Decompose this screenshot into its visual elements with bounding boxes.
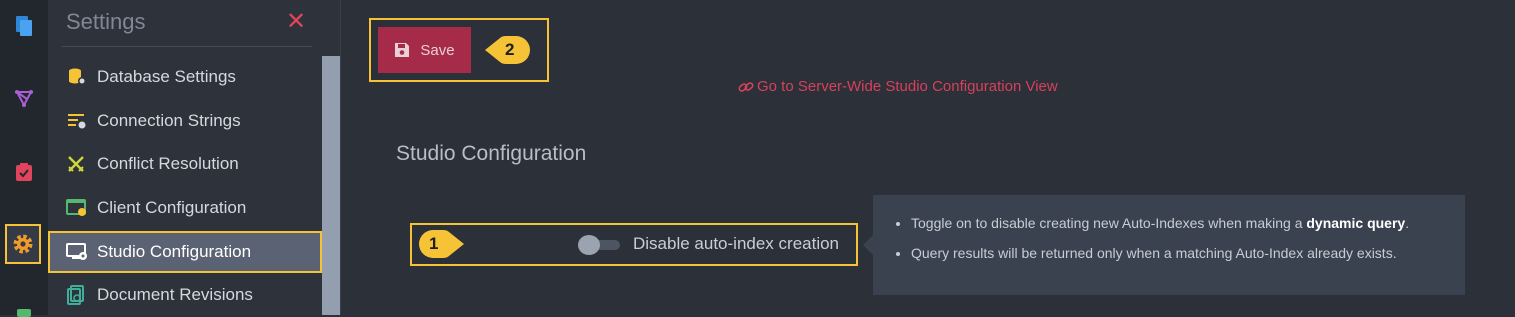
save-button-label: Save	[420, 41, 455, 59]
toggle-label: Disable auto-index creation	[633, 234, 840, 253]
menu-item-label: Conflict Resolution	[97, 154, 239, 173]
info-bold-term: dynamic query	[1306, 215, 1406, 231]
conflict-resolution-icon	[66, 154, 88, 174]
rail-partial-icon[interactable]	[17, 309, 31, 317]
menu-item-document-revisions[interactable]: Document Revisions	[48, 275, 322, 315]
menu-item-label: Database Settings	[97, 67, 236, 86]
menu-item-client-configuration[interactable]: Client Configuration	[48, 188, 322, 228]
documents-icon[interactable]	[8, 10, 40, 42]
toggle-knob	[578, 235, 600, 255]
panel-divider	[340, 0, 341, 315]
info-item: Toggle on to disable creating new Auto-I…	[911, 215, 1409, 231]
menu-title: Settings	[66, 9, 146, 34]
info-item: Query results will be returned only when…	[911, 245, 1409, 261]
menu-item-conflict-resolution[interactable]: Conflict Resolution	[48, 144, 322, 184]
studio-configuration-icon	[66, 242, 88, 262]
link-icon	[738, 81, 754, 92]
close-icon[interactable]: ✕	[286, 8, 306, 36]
menu-item-connection-strings[interactable]: Connection Strings	[48, 101, 322, 141]
save-button[interactable]: Save	[378, 27, 471, 73]
callout-badge-save: 2	[484, 34, 532, 66]
server-wide-config-link-text: Go to Server-Wide Studio Configuration V…	[757, 78, 1058, 95]
settings-menu: Settings ✕ Database Settings Connection …	[48, 0, 322, 315]
menu-item-label: Document Revisions	[97, 285, 253, 304]
menu-divider	[62, 46, 312, 47]
menu-item-label: Client Configuration	[97, 198, 247, 217]
connection-strings-icon	[66, 111, 88, 131]
menu-scrollbar[interactable]	[322, 0, 340, 315]
client-configuration-icon	[66, 198, 88, 218]
info-box-pointer	[863, 235, 873, 255]
server-wide-config-link[interactable]: Go to Server-Wide Studio Configuration V…	[738, 78, 1058, 95]
callout-number: 1	[429, 234, 439, 253]
menu-item-label: Studio Configuration	[97, 242, 252, 261]
settings-gear-icon[interactable]	[5, 224, 41, 264]
tasks-icon[interactable]	[8, 156, 40, 188]
document-revisions-icon	[66, 285, 88, 305]
section-title: Studio Configuration	[396, 142, 587, 165]
info-list: Toggle on to disable creating new Auto-I…	[893, 215, 1409, 275]
callout-number: 2	[505, 40, 515, 59]
icon-rail	[0, 0, 48, 317]
database-settings-icon	[66, 67, 88, 87]
info-box: Toggle on to disable creating new Auto-I…	[873, 195, 1465, 295]
graph-icon[interactable]	[8, 82, 40, 114]
menu-item-studio-configuration[interactable]: Studio Configuration	[48, 231, 322, 273]
menu-item-database-settings[interactable]: Database Settings	[48, 57, 322, 97]
scrollbar-thumb[interactable]	[322, 56, 340, 315]
menu-item-label: Connection Strings	[97, 111, 241, 130]
floppy-disk-icon	[395, 43, 410, 57]
callout-badge-toggle: 1	[417, 228, 465, 260]
auto-index-toggle[interactable]	[578, 235, 620, 255]
